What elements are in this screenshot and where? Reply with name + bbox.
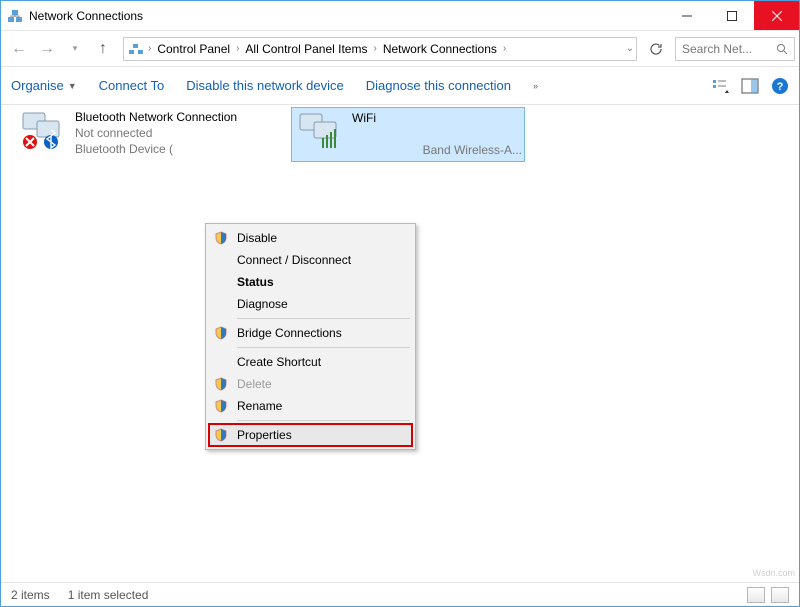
connection-device: Band Wireless-A... <box>352 142 522 158</box>
titlebar: Network Connections <box>1 1 799 31</box>
context-menu: Disable Connect / Disconnect Status Diag… <box>205 223 416 450</box>
menu-disable[interactable]: Disable <box>209 227 412 249</box>
close-button[interactable] <box>754 1 799 30</box>
bluetooth-connection-icon <box>19 109 67 151</box>
menu-connect-disconnect[interactable]: Connect / Disconnect <box>209 249 412 271</box>
menu-create-shortcut[interactable]: Create Shortcut <box>209 351 412 373</box>
menu-diagnose[interactable]: Diagnose <box>209 293 412 315</box>
menu-properties[interactable]: Properties <box>209 424 412 446</box>
diagnose-button[interactable]: Diagnose this connection <box>366 78 511 93</box>
breadcrumbs[interactable]: › Control Panel › All Control Panel Item… <box>123 37 637 61</box>
wifi-connection-icon <box>296 110 344 152</box>
menu-rename[interactable]: Rename <box>209 395 412 417</box>
shield-icon <box>213 398 229 414</box>
back-button[interactable]: ← <box>5 35 33 63</box>
forward-button[interactable]: → <box>33 35 61 63</box>
maximize-button[interactable] <box>709 1 754 30</box>
breadcrumb-all-items[interactable]: All Control Panel Items <box>241 42 371 56</box>
help-icon[interactable]: ? <box>771 77 789 95</box>
chevron-icon: › <box>373 43 376 54</box>
watermark: Wsdn.com <box>752 568 795 578</box>
connection-device: Bluetooth Device ( <box>75 141 237 157</box>
search-input[interactable]: Search Net... <box>675 37 795 61</box>
connection-status: Not connected <box>75 125 237 141</box>
menu-delete: Delete <box>209 373 412 395</box>
large-icons-view-button[interactable] <box>771 587 789 603</box>
menu-status[interactable]: Status <box>209 271 412 293</box>
menu-separator <box>237 420 410 421</box>
recent-dropdown[interactable]: ▾ <box>61 35 89 63</box>
connection-wifi[interactable]: WiFi Band Wireless-A... <box>291 107 525 162</box>
details-view-button[interactable] <box>747 587 765 603</box>
shield-icon <box>213 230 229 246</box>
shield-icon <box>213 376 229 392</box>
navbar: ← → ▾ ↑ › Control Panel › All Control Pa… <box>1 31 799 67</box>
connection-name: Bluetooth Network Connection <box>75 109 237 125</box>
breadcrumb-control-panel[interactable]: Control Panel <box>153 42 234 56</box>
breadcrumb-network-connections[interactable]: Network Connections <box>379 42 501 56</box>
minimize-button[interactable] <box>664 1 709 30</box>
chevron-icon: › <box>236 43 239 54</box>
up-button[interactable]: ↑ <box>89 35 117 63</box>
item-count: 2 items <box>11 588 50 602</box>
chevron-icon: › <box>148 43 151 54</box>
menu-separator <box>237 318 410 319</box>
disable-device-button[interactable]: Disable this network device <box>186 78 344 93</box>
history-dropdown[interactable]: ⌄ <box>626 43 634 54</box>
search-placeholder: Search Net... <box>682 42 752 56</box>
location-icon <box>128 41 144 57</box>
connection-bluetooth[interactable]: Bluetooth Network Connection Not connect… <box>19 109 237 158</box>
app-icon <box>7 8 23 24</box>
toolbar: Organise▼ Connect To Disable this networ… <box>1 67 799 105</box>
menu-bridge[interactable]: Bridge Connections <box>209 322 412 344</box>
refresh-button[interactable] <box>643 37 669 61</box>
organise-menu[interactable]: Organise▼ <box>11 78 77 93</box>
shield-icon <box>213 325 229 341</box>
svg-text:?: ? <box>777 81 784 93</box>
connection-name: WiFi <box>352 110 522 126</box>
status-bar: 2 items 1 item selected <box>1 582 799 606</box>
view-options-icon[interactable] <box>711 77 729 95</box>
overflow-menu[interactable]: » <box>533 81 538 91</box>
selection-count: 1 item selected <box>68 588 149 602</box>
connect-to-button[interactable]: Connect To <box>99 78 165 93</box>
menu-separator <box>237 347 410 348</box>
shield-icon <box>213 427 229 443</box>
window-title: Network Connections <box>29 9 664 23</box>
search-icon <box>776 43 788 55</box>
chevron-icon: › <box>503 43 506 54</box>
content-area: Bluetooth Network Connection Not connect… <box>1 105 799 580</box>
preview-pane-icon[interactable] <box>741 77 759 95</box>
connection-status <box>352 126 522 142</box>
